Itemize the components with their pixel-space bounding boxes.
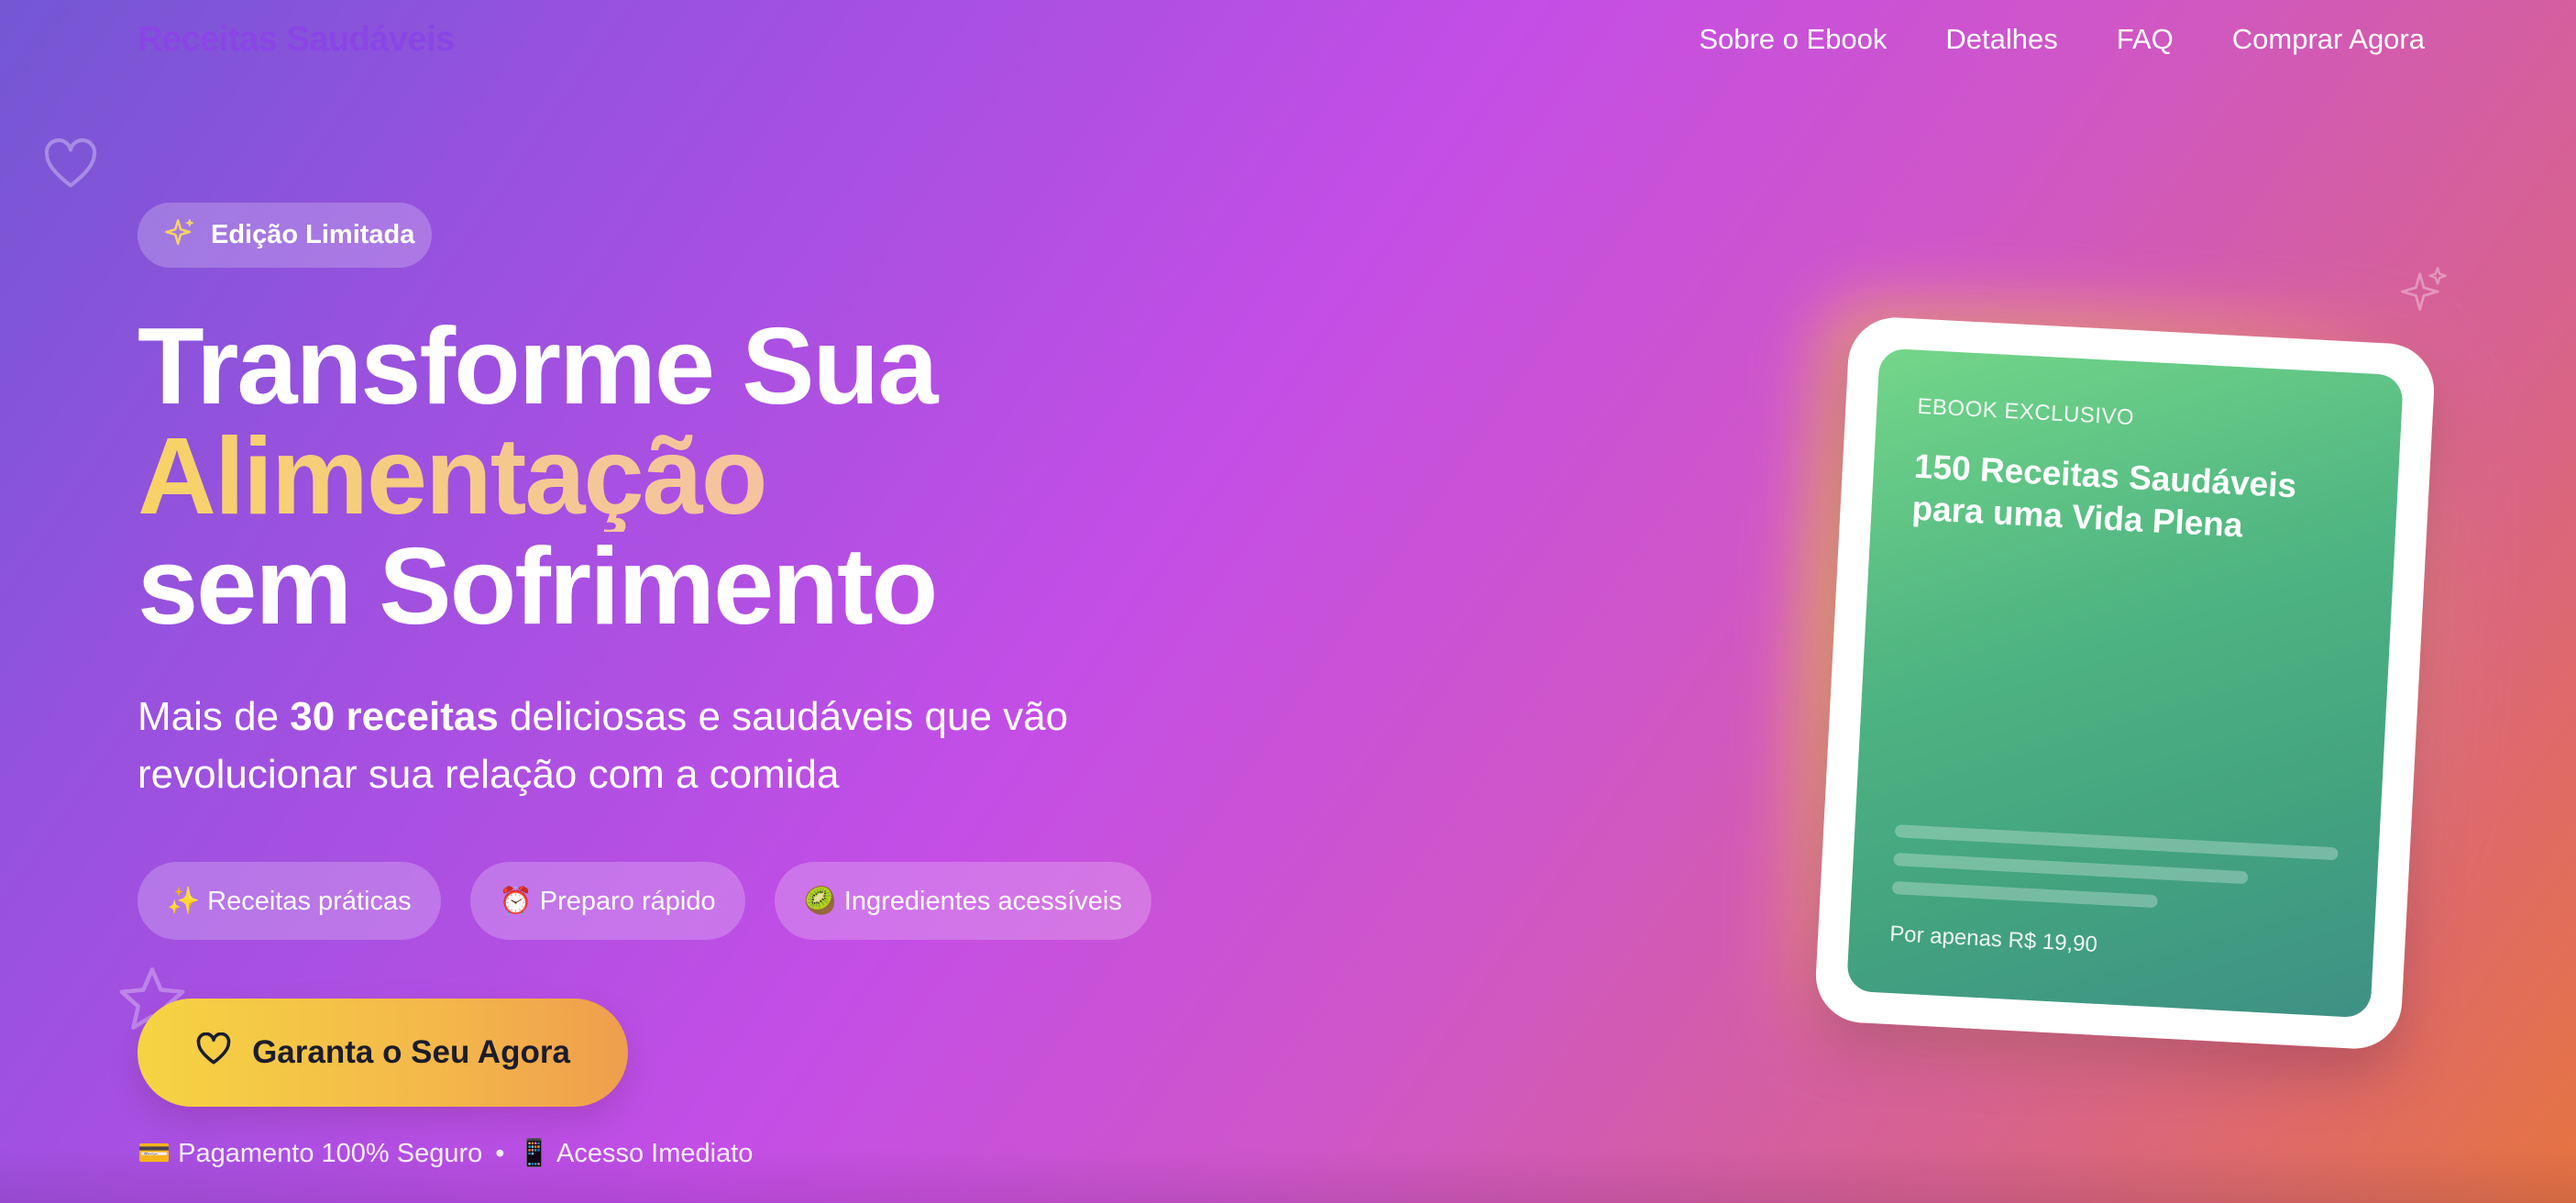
badge-label: Edição Limitada bbox=[211, 220, 415, 249]
nav-link-comprar[interactable]: Comprar Agora bbox=[2232, 23, 2425, 56]
ebook-cover: EBOOK EXCLUSIVO 150 Receitas Saudáveis p… bbox=[1846, 348, 2404, 1019]
placeholder-line bbox=[1894, 824, 2339, 861]
ebook-kicker: EBOOK EXCLUSIVO bbox=[1916, 393, 2135, 431]
heart-outline-icon bbox=[42, 138, 99, 191]
hero-subtitle: Mais de 30 receitas deliciosas e saudáve… bbox=[138, 688, 1192, 803]
nav-link-faq[interactable]: FAQ bbox=[2117, 23, 2174, 56]
hero-headline: Transforme Sua Alimentação sem Sofriment… bbox=[138, 305, 938, 647]
limited-edition-badge: Edição Limitada bbox=[138, 203, 432, 268]
headline-accent: Alimentação bbox=[138, 422, 936, 532]
placeholder-line bbox=[1893, 853, 2249, 885]
feature-pills: ✨ Receitas práticas ⏰ Preparo rápido 🥝 I… bbox=[138, 862, 1151, 940]
feature-pill-ingredientes: 🥝 Ingredientes acessíveis bbox=[774, 862, 1151, 940]
nav-links: Sobre o Ebook Detalhes FAQ Comprar Agora bbox=[1699, 23, 2425, 56]
cta-label: Garanta o Seu Agora bbox=[252, 1034, 570, 1070]
headline-line-1: Transforme Sua bbox=[138, 305, 938, 427]
heart-icon bbox=[195, 1032, 232, 1074]
feature-pill-preparo: ⏰ Preparo rápido bbox=[469, 862, 745, 940]
sparkle-outline-icon bbox=[2400, 266, 2448, 315]
ebook-price: Por apenas R$ 19,90 bbox=[1888, 921, 2098, 957]
trust-access: 📱 Acesso Imediato bbox=[517, 1139, 754, 1168]
trust-payment: 💳 Pagamento 100% Seguro bbox=[138, 1139, 483, 1168]
headline-line-3: sem Sofrimento bbox=[138, 525, 938, 647]
trust-separator: • bbox=[495, 1138, 505, 1168]
feature-pill-receitas: ✨ Receitas práticas bbox=[138, 862, 441, 940]
nav-link-sobre[interactable]: Sobre o Ebook bbox=[1699, 23, 1887, 56]
placeholder-line bbox=[1891, 881, 2159, 909]
nav-link-detalhes[interactable]: Detalhes bbox=[1945, 23, 2057, 56]
subtitle-prefix: Mais de bbox=[138, 694, 291, 739]
ebook-title: 150 Receitas Saudáveis para uma Vida Ple… bbox=[1910, 447, 2298, 545]
sparkles-icon bbox=[165, 216, 196, 255]
cta-button[interactable]: Garanta o Seu Agora bbox=[138, 999, 628, 1107]
subtitle-highlight: 30 receitas bbox=[290, 694, 499, 739]
logo[interactable]: Receitas Saudáveis bbox=[138, 20, 455, 60]
trust-line: 💳 Pagamento 100% Seguro • 📱 Acesso Imedi… bbox=[138, 1138, 753, 1169]
top-nav: Receitas Saudáveis Sobre o Ebook Detalhe… bbox=[0, 0, 2576, 84]
ebook-mockup: EBOOK EXCLUSIVO 150 Receitas Saudáveis p… bbox=[1813, 315, 2437, 1052]
ebook-placeholder-lines bbox=[1891, 809, 2339, 917]
